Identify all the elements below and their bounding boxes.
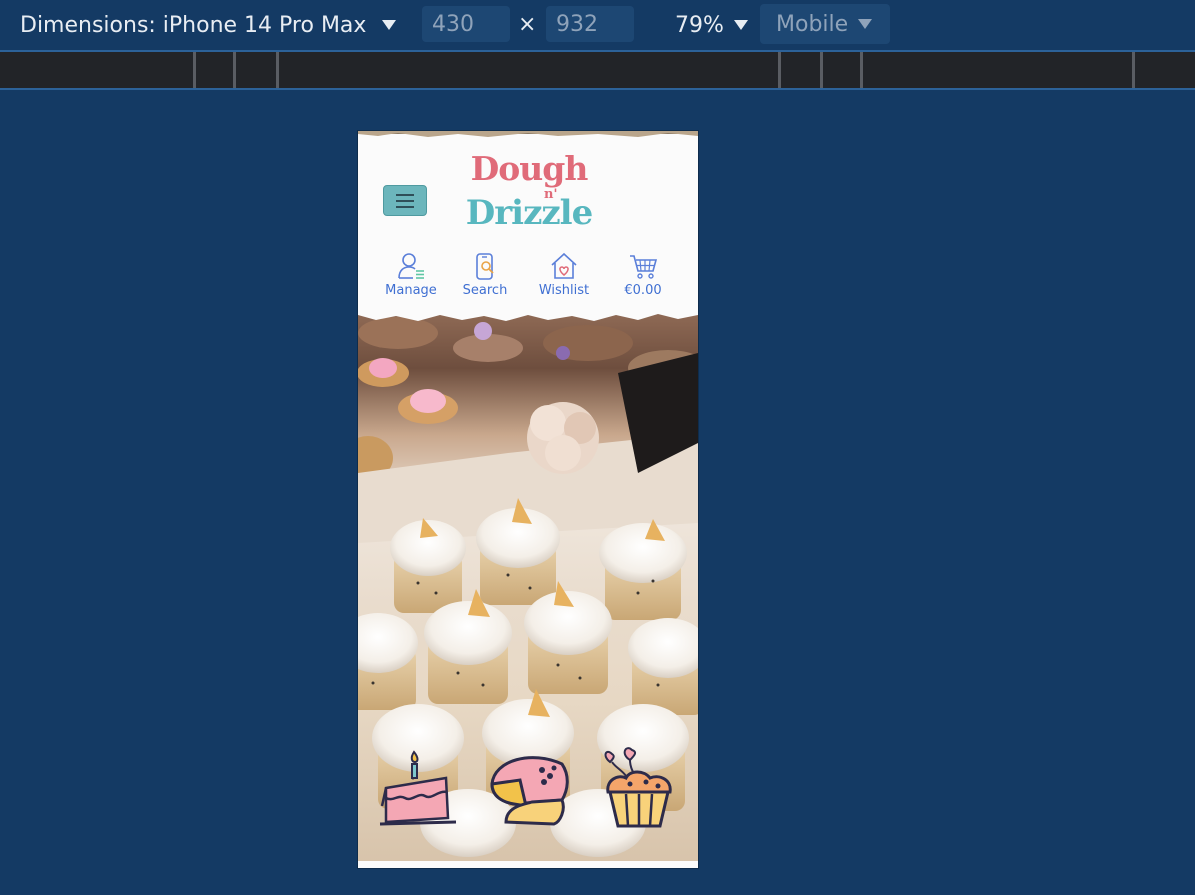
cupcake-icon[interactable]: [600, 746, 682, 831]
viewport-bottom-edge: [358, 861, 698, 868]
birthday-cake-icon[interactable]: [378, 746, 458, 831]
dimensions-dropdown[interactable]: Dimensions: iPhone 14 Pro Max: [20, 0, 397, 50]
ruler-tick[interactable]: [778, 52, 781, 88]
ruler-tick[interactable]: [860, 52, 863, 88]
chevron-down-icon: [858, 19, 873, 29]
ruler-tick[interactable]: [193, 52, 196, 88]
house-heart-icon: [551, 252, 577, 279]
chevron-down-icon: [382, 20, 397, 30]
site-header: Dough n' Drizzle Manage Search Wishlist …: [358, 131, 698, 319]
header-nav: Manage Search Wishlist €0.00: [358, 251, 698, 303]
cheesecake-icon[interactable]: [484, 746, 574, 831]
width-input[interactable]: 430: [422, 6, 510, 42]
device-mode-label: Mobile: [776, 11, 849, 37]
logo-line-dough: Dough: [470, 149, 589, 188]
nav-cart[interactable]: €0.00: [610, 251, 676, 303]
device-viewport: Dough n' Drizzle Manage Search Wishlist …: [358, 131, 698, 868]
user-manage-icon: [398, 253, 424, 279]
nav-wishlist[interactable]: Wishlist: [531, 251, 597, 303]
nav-search[interactable]: Search: [452, 251, 518, 303]
devtools-device-toolbar: Dimensions: iPhone 14 Pro Max 430 × 932 …: [0, 0, 1195, 52]
hamburger-icon-line: [396, 205, 414, 208]
zoom-dropdown[interactable]: 79%: [675, 0, 748, 50]
site-logo[interactable]: Dough n' Drizzle: [456, 149, 602, 239]
height-input[interactable]: 932: [546, 6, 634, 42]
logo-line-drizzle: Drizzle: [465, 193, 593, 233]
category-icons: [358, 746, 698, 836]
nav-manage[interactable]: Manage: [378, 251, 444, 303]
phone-search-icon: [476, 253, 494, 280]
dimensions-label: Dimensions: iPhone 14 Pro Max: [20, 12, 367, 38]
device-mode-dropdown[interactable]: Mobile: [760, 4, 890, 44]
nav-wishlist-label: Wishlist: [538, 283, 590, 298]
ruler-tick[interactable]: [1132, 52, 1135, 88]
nav-cart-total: €0.00: [624, 283, 662, 298]
header-torn-edge: [358, 307, 698, 321]
nav-manage-label: Manage: [385, 283, 437, 298]
ruler-tick[interactable]: [820, 52, 823, 88]
header-top-decoration: [358, 131, 698, 137]
nav-search-label: Search: [462, 283, 508, 298]
ruler-tick[interactable]: [276, 52, 279, 88]
ruler-tick[interactable]: [233, 52, 236, 88]
hamburger-icon-line: [396, 199, 414, 202]
hamburger-icon-line: [396, 193, 414, 196]
flower-decoration: [527, 402, 599, 474]
cart-icon: [630, 255, 658, 279]
menu-toggle-button[interactable]: [383, 185, 427, 216]
zoom-label: 79%: [675, 12, 724, 38]
chevron-down-icon: [733, 20, 748, 30]
media-query-ruler: [0, 52, 1195, 90]
times-separator: ×: [518, 12, 537, 37]
